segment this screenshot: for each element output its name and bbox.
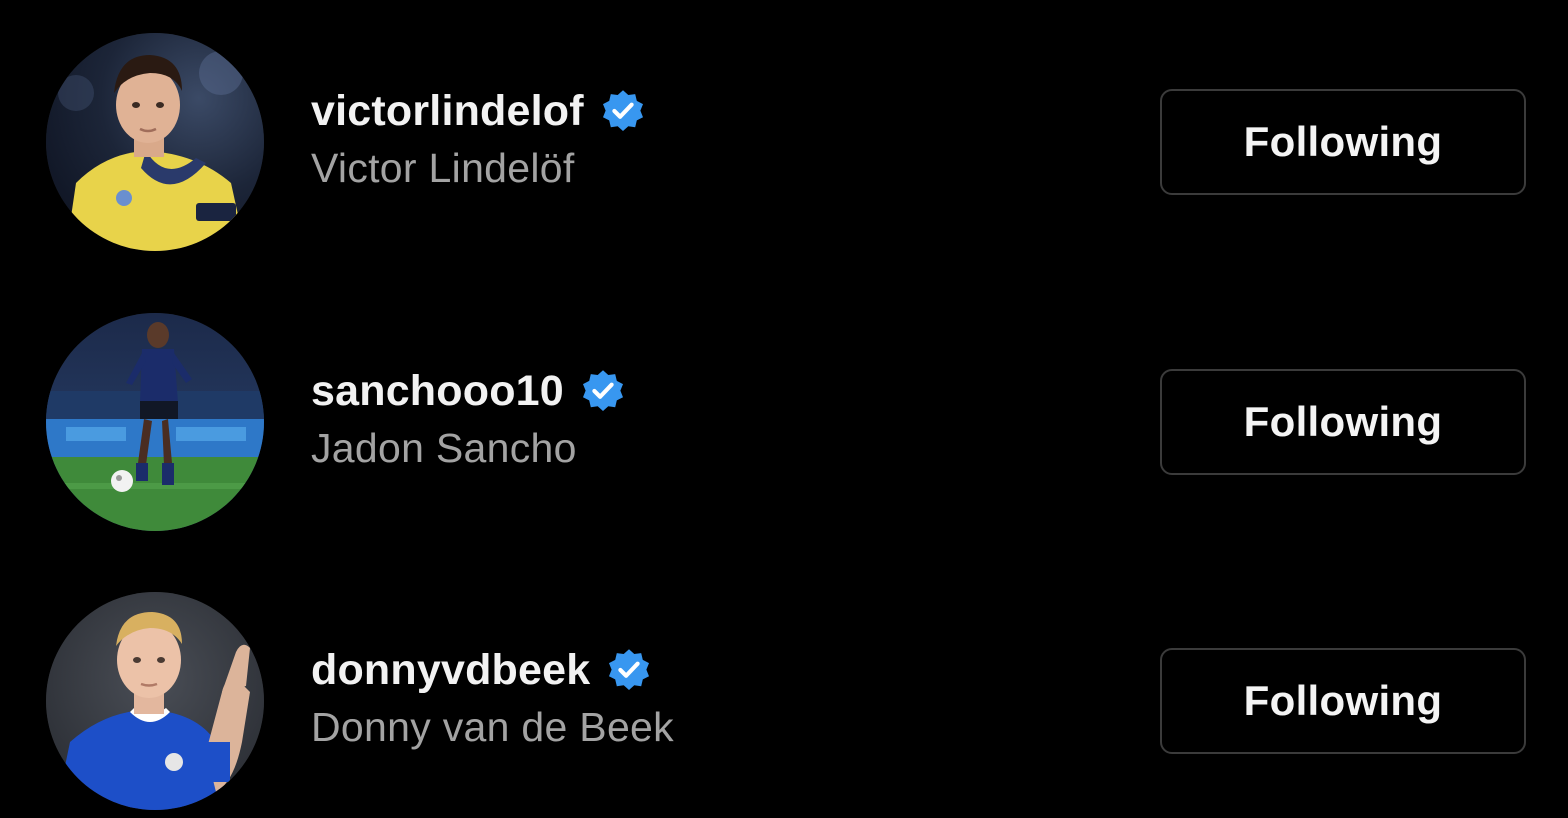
verified-badge-icon xyxy=(600,88,646,134)
following-button[interactable]: Following xyxy=(1160,89,1526,195)
following-button[interactable]: Following xyxy=(1160,369,1526,475)
avatar-photo xyxy=(46,592,264,810)
username[interactable]: sanchooo10 xyxy=(311,365,564,417)
user-info: sanchooo10 Jadon Sancho xyxy=(311,365,626,473)
avatar[interactable] xyxy=(46,33,264,251)
user-info: victorlindelof Victor Lindelöf xyxy=(311,85,646,193)
verified-badge-icon xyxy=(606,647,652,693)
full-name: Donny van de Beek xyxy=(311,704,674,750)
avatar[interactable] xyxy=(46,313,264,531)
username-line: sanchooo10 xyxy=(311,365,626,417)
list-item: victorlindelof Victor Lindelöf Following xyxy=(0,33,1568,253)
username[interactable]: donnyvdbeek xyxy=(311,644,590,696)
list-item: sanchooo10 Jadon Sancho Following xyxy=(0,313,1568,533)
username-line: donnyvdbeek xyxy=(311,644,674,696)
avatar[interactable] xyxy=(46,592,264,810)
list-item: donnyvdbeek Donny van de Beek Following xyxy=(0,592,1568,812)
username[interactable]: victorlindelof xyxy=(311,85,584,137)
following-list: victorlindelof Victor Lindelöf Following xyxy=(0,0,1568,818)
full-name: Victor Lindelöf xyxy=(311,145,575,191)
username-line: victorlindelof xyxy=(311,85,646,137)
verified-badge-icon xyxy=(580,368,626,414)
user-info: donnyvdbeek Donny van de Beek xyxy=(311,644,674,752)
avatar-photo xyxy=(46,313,264,531)
full-name: Jadon Sancho xyxy=(311,425,577,471)
avatar-photo xyxy=(46,33,264,251)
following-button[interactable]: Following xyxy=(1160,648,1526,754)
